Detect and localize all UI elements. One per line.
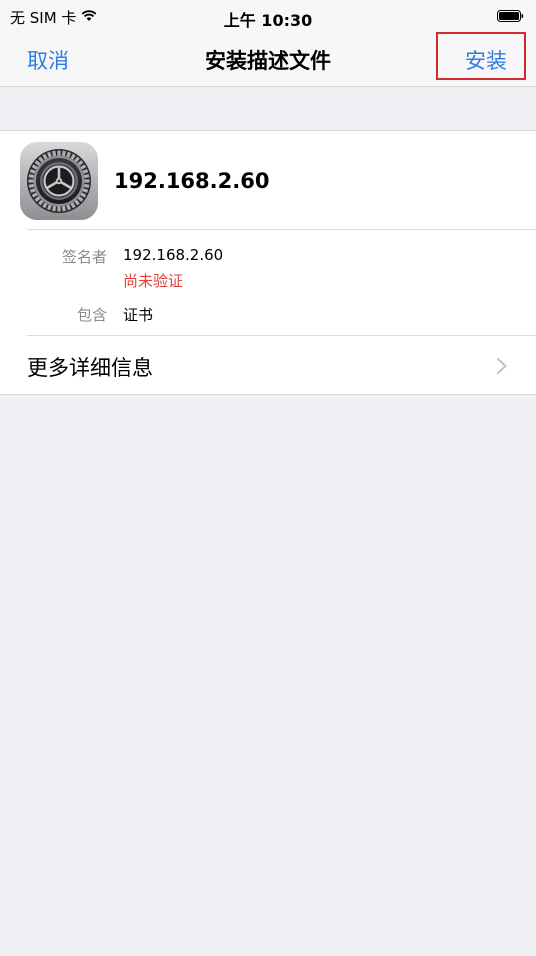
- more-details-label: 更多详细信息: [27, 356, 153, 380]
- status-bar: 无 SIM 卡 上午 10:30: [0, 0, 536, 32]
- divider: [27, 229, 536, 230]
- signer-verification-status: 尚未验证: [123, 272, 184, 290]
- battery-icon: [497, 10, 524, 22]
- signer-label: 签名者: [62, 248, 108, 266]
- profile-card: 192.168.2.60 签名者 192.168.2.60 尚未验证 包含 证书…: [0, 130, 536, 395]
- chevron-right-icon: [496, 357, 507, 375]
- navigation-bar: 取消 安装描述文件 安装: [0, 32, 536, 87]
- profile-name: 192.168.2.60: [114, 169, 270, 193]
- clock: 上午 10:30: [223, 11, 313, 30]
- contains-label: 包含: [77, 306, 108, 324]
- signer-value: 192.168.2.60: [123, 246, 224, 264]
- settings-gear-icon: [20, 142, 98, 220]
- install-button[interactable]: 安装: [465, 45, 507, 75]
- more-details-row[interactable]: 更多详细信息: [0, 336, 536, 394]
- contains-value: 证书: [123, 306, 154, 324]
